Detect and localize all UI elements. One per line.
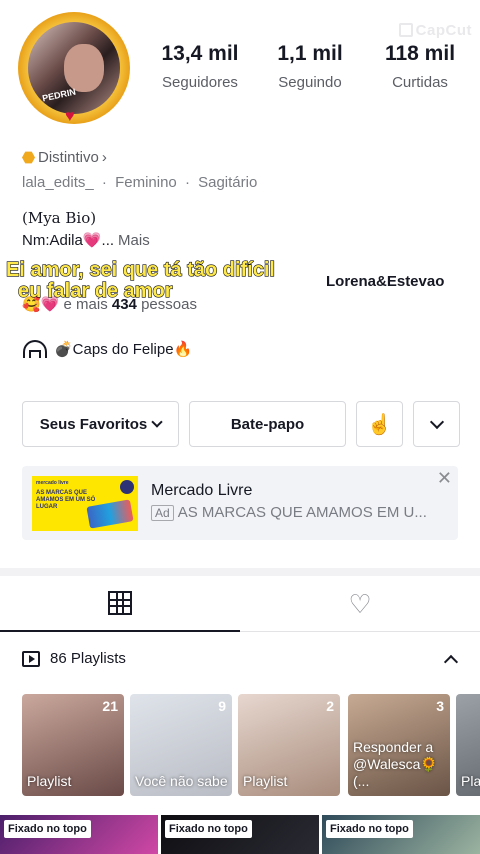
dome-icon bbox=[22, 340, 47, 358]
mutual-names: Lorena&Estevao bbox=[326, 273, 445, 290]
zodiac-sign: Sagitário bbox=[198, 174, 258, 191]
playlist-count: 2 bbox=[326, 698, 334, 714]
hand-tap-icon: ☝ bbox=[367, 413, 392, 436]
playlist-label: Pla bbox=[461, 773, 480, 789]
capcut-watermark: CapCut bbox=[398, 22, 472, 39]
stat-label: Seguindo bbox=[278, 74, 342, 91]
playlists-header[interactable]: 86 Playlists bbox=[22, 650, 460, 669]
action-buttons: Seus Favoritos Bate-papo ☝ bbox=[22, 401, 460, 447]
profile-meta: lala_edits_ · Feminino · Sagitário bbox=[22, 174, 257, 191]
stat-likes[interactable]: 118 mil Curtidas bbox=[370, 42, 470, 91]
content-tabs: ♡ bbox=[0, 576, 480, 632]
heart-icon: ♥ bbox=[65, 108, 75, 125]
ad-image-brand: mercado livre bbox=[36, 480, 69, 486]
ad-banner[interactable]: mercado livre AS MARCAS QUE AMAMOS EM UM… bbox=[22, 466, 458, 540]
profile-stats: 13,4 mil Seguidores 1,1 mil Seguindo 118… bbox=[150, 42, 470, 91]
playlist-label: Playlist bbox=[243, 773, 288, 789]
video-thumbnail[interactable]: Fixado no topo bbox=[0, 815, 158, 854]
username: lala_edits_ bbox=[22, 174, 94, 191]
chevron-up-icon[interactable] bbox=[443, 654, 459, 669]
playlist-card[interactable]: 2 Playlist bbox=[238, 694, 340, 796]
tab-liked[interactable]: ♡ bbox=[240, 576, 480, 632]
pinned-badge: Fixado no topo bbox=[165, 820, 252, 838]
meta-separator: · bbox=[184, 174, 190, 191]
favorites-label: Seus Favoritos bbox=[39, 415, 148, 433]
gender: Feminino bbox=[115, 174, 177, 191]
chevron-down-icon bbox=[429, 414, 444, 430]
ad-logo-icon bbox=[120, 480, 134, 494]
bio-line-2: Nm:Adila💗... Mais bbox=[22, 231, 150, 249]
playlist-count: 9 bbox=[218, 698, 226, 714]
playlist-label: Playlist bbox=[27, 773, 72, 789]
pinned-badge: Fixado no topo bbox=[326, 820, 413, 838]
video-caption-overlay: Ei amor, sei que tá tão difícil eu falar… bbox=[5, 259, 275, 302]
ad-subtitle: AS MARCAS QUE AMAMOS EM U... bbox=[177, 504, 427, 521]
playlists-title: 86 Playlists bbox=[22, 650, 126, 667]
stat-followers[interactable]: 13,4 mil Seguidores bbox=[150, 42, 250, 91]
section-divider bbox=[0, 568, 480, 576]
playlist-count: 21 bbox=[102, 698, 118, 714]
badge-icon bbox=[22, 151, 35, 164]
ad-title: Mercado Livre bbox=[151, 482, 253, 499]
heart-outline-icon: ♡ bbox=[348, 588, 372, 619]
playlist-card[interactable]: 9 Você não sabe bbox=[130, 694, 232, 796]
bio-line-1: (Mya Bio) bbox=[22, 209, 97, 227]
playlist-label: Você não sabe bbox=[135, 773, 228, 789]
caption-line-1: Ei amor, sei que tá tão difícil bbox=[5, 259, 275, 281]
video-thumbnail[interactable]: Fixado no topo bbox=[161, 815, 319, 854]
profile-link-text: 💣Caps do Felipe🔥 bbox=[54, 341, 193, 358]
playlist-count: 3 bbox=[436, 698, 444, 714]
chevron-down-icon bbox=[151, 416, 163, 428]
avatar[interactable]: PEDRIN ♥ bbox=[15, 9, 133, 127]
playlists-count: 86 Playlists bbox=[50, 650, 126, 667]
meta-separator: · bbox=[101, 174, 107, 191]
avatar-face bbox=[64, 44, 104, 92]
chat-label: Bate-papo bbox=[230, 415, 305, 433]
watermark-text: CapCut bbox=[415, 22, 472, 39]
video-grid: Fixado no topo Fixado no topo Fixado no … bbox=[0, 815, 480, 854]
caption-line-2: eu falar de amor bbox=[17, 280, 173, 302]
bio-more-link[interactable]: Mais bbox=[118, 232, 150, 249]
bio-text: Nm:Adila💗... bbox=[22, 232, 115, 249]
stat-value: 118 mil bbox=[384, 42, 456, 65]
video-thumbnail[interactable]: Fixado no topo bbox=[322, 815, 480, 854]
capcut-logo-icon bbox=[398, 23, 413, 37]
pinned-badge: Fixado no topo bbox=[4, 820, 91, 838]
tab-videos[interactable] bbox=[0, 576, 240, 632]
playlist-carousel: 21 Playlist 9 Você não sabe 2 Playlist 3… bbox=[22, 694, 480, 796]
badge-label: Distintivo bbox=[38, 149, 99, 166]
close-icon[interactable]: ✕ bbox=[437, 468, 452, 489]
chevron-right-icon: › bbox=[101, 149, 107, 166]
badge-link[interactable]: Distintivo › bbox=[22, 149, 107, 166]
playlist-card[interactable]: 3 Responder a @Walesca🌻(... bbox=[348, 694, 450, 796]
grid-icon bbox=[108, 591, 132, 615]
playlist-label: Responder a @Walesca🌻(... bbox=[353, 739, 438, 789]
stat-value: 1,1 mil bbox=[277, 42, 343, 65]
playlist-card[interactable]: 21 Playlist bbox=[22, 694, 124, 796]
stat-label: Curtidas bbox=[392, 74, 448, 91]
ad-label: Ad bbox=[151, 505, 174, 521]
playlist-card[interactable]: Pla bbox=[456, 694, 480, 796]
poke-button[interactable]: ☝ bbox=[356, 401, 403, 447]
stat-label: Seguidores bbox=[162, 74, 238, 91]
favorites-button[interactable]: Seus Favoritos bbox=[22, 401, 179, 447]
stat-following[interactable]: 1,1 mil Seguindo bbox=[260, 42, 360, 91]
ad-image: mercado livre AS MARCAS QUE AMAMOS EM UM… bbox=[32, 476, 138, 531]
ad-subtitle-row: Ad AS MARCAS QUE AMAMOS EM U... bbox=[151, 504, 427, 521]
chat-button[interactable]: Bate-papo bbox=[189, 401, 346, 447]
profile-link[interactable]: 💣Caps do Felipe🔥 bbox=[22, 340, 192, 358]
playlist-icon bbox=[22, 650, 40, 667]
stat-value: 13,4 mil bbox=[161, 42, 239, 65]
more-suggestions-button[interactable] bbox=[413, 401, 460, 447]
